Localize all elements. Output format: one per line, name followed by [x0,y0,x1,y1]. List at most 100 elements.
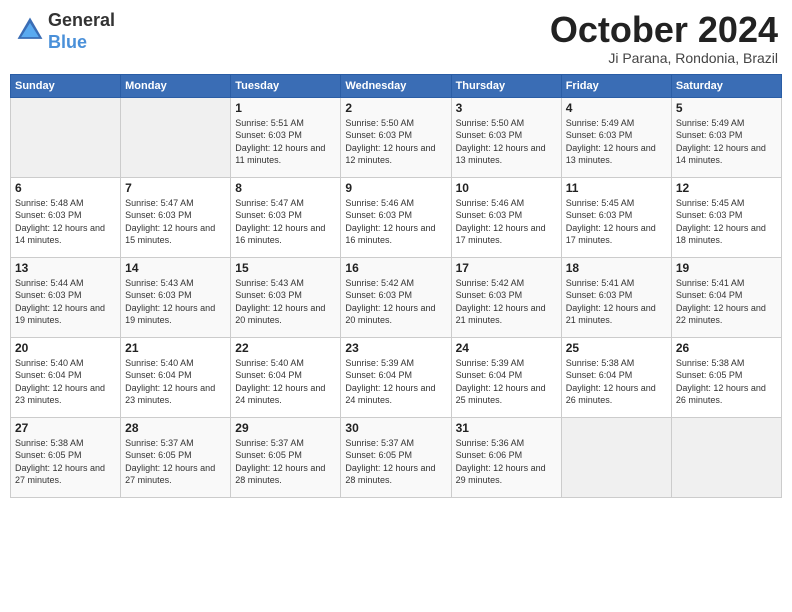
day-number: 19 [676,261,777,275]
day-number: 2 [345,101,446,115]
day-info: Sunrise: 5:40 AM Sunset: 6:04 PM Dayligh… [15,357,116,407]
weekday-header-saturday: Saturday [671,74,781,97]
calendar-cell: 10 Sunrise: 5:46 AM Sunset: 6:03 PM Dayli… [451,177,561,257]
day-info: Sunrise: 5:38 AM Sunset: 6:05 PM Dayligh… [15,437,116,487]
calendar-cell: 6 Sunrise: 5:48 AM Sunset: 6:03 PM Daylig… [11,177,121,257]
day-number: 13 [15,261,116,275]
day-number: 26 [676,341,777,355]
calendar-cell: 1 Sunrise: 5:51 AM Sunset: 6:03 PM Daylig… [231,97,341,177]
day-info: Sunrise: 5:42 AM Sunset: 6:03 PM Dayligh… [345,277,446,327]
day-info: Sunrise: 5:49 AM Sunset: 6:03 PM Dayligh… [676,117,777,167]
week-row-3: 13 Sunrise: 5:44 AM Sunset: 6:03 PM Dayli… [11,257,782,337]
calendar-cell: 29Sunrise: 5:37 AM Sunset: 6:05 PM Dayli… [231,417,341,497]
day-info: Sunrise: 5:46 AM Sunset: 6:03 PM Dayligh… [345,197,446,247]
calendar-cell: 9 Sunrise: 5:46 AM Sunset: 6:03 PM Daylig… [341,177,451,257]
page-header: General Blue October 2024 Ji Parana, Ron… [10,10,782,66]
day-info: Sunrise: 5:39 AM Sunset: 6:04 PM Dayligh… [345,357,446,407]
day-info: Sunrise: 5:47 AM Sunset: 6:03 PM Dayligh… [235,197,336,247]
logo: General Blue [14,10,115,53]
weekday-header-tuesday: Tuesday [231,74,341,97]
day-number: 1 [235,101,336,115]
day-info: Sunrise: 5:38 AM Sunset: 6:05 PM Dayligh… [676,357,777,407]
calendar-cell: 20 Sunrise: 5:40 AM Sunset: 6:04 PM Dayli… [11,337,121,417]
logo-text: General Blue [48,10,115,53]
day-number: 24 [456,341,557,355]
calendar-cell: 13 Sunrise: 5:44 AM Sunset: 6:03 PM Dayli… [11,257,121,337]
day-info: Sunrise: 5:42 AM Sunset: 6:03 PM Dayligh… [456,277,557,327]
day-number: 23 [345,341,446,355]
calendar-cell: 11 Sunrise: 5:45 AM Sunset: 6:03 PM Dayli… [561,177,671,257]
calendar-cell: 25Sunrise: 5:38 AM Sunset: 6:04 PM Dayli… [561,337,671,417]
day-info: Sunrise: 5:43 AM Sunset: 6:03 PM Dayligh… [235,277,336,327]
weekday-header-sunday: Sunday [11,74,121,97]
day-number: 17 [456,261,557,275]
week-row-5: 27 Sunrise: 5:38 AM Sunset: 6:05 PM Dayli… [11,417,782,497]
day-info: Sunrise: 5:41 AM Sunset: 6:03 PM Dayligh… [566,277,667,327]
week-row-1: 1 Sunrise: 5:51 AM Sunset: 6:03 PM Daylig… [11,97,782,177]
day-number: 11 [566,181,667,195]
month-title: October 2024 [550,10,778,50]
weekday-header-friday: Friday [561,74,671,97]
day-number: 8 [235,181,336,195]
calendar-cell: 28 Sunrise: 5:37 AM Sunset: 6:05 PM Dayli… [121,417,231,497]
calendar-cell: 16 Sunrise: 5:42 AM Sunset: 6:03 PM Dayli… [341,257,451,337]
day-info: Sunrise: 5:43 AM Sunset: 6:03 PM Dayligh… [125,277,226,327]
day-info: Sunrise: 5:36 AM Sunset: 6:06 PM Dayligh… [456,437,557,487]
week-row-4: 20 Sunrise: 5:40 AM Sunset: 6:04 PM Dayli… [11,337,782,417]
calendar-cell: 3Sunrise: 5:50 AM Sunset: 6:03 PM Daylig… [451,97,561,177]
day-info: Sunrise: 5:47 AM Sunset: 6:03 PM Dayligh… [125,197,226,247]
calendar-cell: 4 Sunrise: 5:49 AM Sunset: 6:03 PM Daylig… [561,97,671,177]
day-number: 10 [456,181,557,195]
calendar-cell: 17 Sunrise: 5:42 AM Sunset: 6:03 PM Dayli… [451,257,561,337]
weekday-header-row: SundayMondayTuesdayWednesdayThursdayFrid… [11,74,782,97]
calendar-cell: 30 Sunrise: 5:37 AM Sunset: 6:05 PM Dayli… [341,417,451,497]
day-info: Sunrise: 5:38 AM Sunset: 6:04 PM Dayligh… [566,357,667,407]
day-info: Sunrise: 5:37 AM Sunset: 6:05 PM Dayligh… [125,437,226,487]
calendar-cell: 12 Sunrise: 5:45 AM Sunset: 6:03 PM Dayli… [671,177,781,257]
day-info: Sunrise: 5:44 AM Sunset: 6:03 PM Dayligh… [15,277,116,327]
day-info: Sunrise: 5:37 AM Sunset: 6:05 PM Dayligh… [345,437,446,487]
week-row-2: 6 Sunrise: 5:48 AM Sunset: 6:03 PM Daylig… [11,177,782,257]
location: Ji Parana, Rondonia, Brazil [550,50,778,66]
calendar-cell: 7Sunrise: 5:47 AM Sunset: 6:03 PM Daylig… [121,177,231,257]
day-info: Sunrise: 5:46 AM Sunset: 6:03 PM Dayligh… [456,197,557,247]
day-info: Sunrise: 5:51 AM Sunset: 6:03 PM Dayligh… [235,117,336,167]
day-number: 31 [456,421,557,435]
day-info: Sunrise: 5:41 AM Sunset: 6:04 PM Dayligh… [676,277,777,327]
day-info: Sunrise: 5:50 AM Sunset: 6:03 PM Dayligh… [345,117,446,167]
day-number: 6 [15,181,116,195]
day-info: Sunrise: 5:48 AM Sunset: 6:03 PM Dayligh… [15,197,116,247]
weekday-header-monday: Monday [121,74,231,97]
day-number: 18 [566,261,667,275]
day-number: 4 [566,101,667,115]
logo-icon [14,14,46,46]
calendar-cell [121,97,231,177]
calendar-cell: 27 Sunrise: 5:38 AM Sunset: 6:05 PM Dayli… [11,417,121,497]
day-info: Sunrise: 5:45 AM Sunset: 6:03 PM Dayligh… [566,197,667,247]
day-info: Sunrise: 5:49 AM Sunset: 6:03 PM Dayligh… [566,117,667,167]
day-number: 14 [125,261,226,275]
day-number: 29 [235,421,336,435]
calendar-cell: 2 Sunrise: 5:50 AM Sunset: 6:03 PM Daylig… [341,97,451,177]
calendar-cell: 22Sunrise: 5:40 AM Sunset: 6:04 PM Dayli… [231,337,341,417]
calendar-cell: 24Sunrise: 5:39 AM Sunset: 6:04 PM Dayli… [451,337,561,417]
day-number: 12 [676,181,777,195]
day-number: 20 [15,341,116,355]
day-number: 16 [345,261,446,275]
day-number: 21 [125,341,226,355]
day-number: 9 [345,181,446,195]
calendar-table: SundayMondayTuesdayWednesdayThursdayFrid… [10,74,782,498]
day-number: 28 [125,421,226,435]
calendar-cell: 26 Sunrise: 5:38 AM Sunset: 6:05 PM Dayli… [671,337,781,417]
day-number: 27 [15,421,116,435]
day-number: 15 [235,261,336,275]
calendar-cell [11,97,121,177]
day-info: Sunrise: 5:40 AM Sunset: 6:04 PM Dayligh… [125,357,226,407]
day-number: 22 [235,341,336,355]
calendar-cell: 5Sunrise: 5:49 AM Sunset: 6:03 PM Daylig… [671,97,781,177]
day-info: Sunrise: 5:45 AM Sunset: 6:03 PM Dayligh… [676,197,777,247]
calendar-cell: 8 Sunrise: 5:47 AM Sunset: 6:03 PM Daylig… [231,177,341,257]
calendar-cell: 19 Sunrise: 5:41 AM Sunset: 6:04 PM Dayli… [671,257,781,337]
calendar-cell: 23 Sunrise: 5:39 AM Sunset: 6:04 PM Dayli… [341,337,451,417]
day-number: 30 [345,421,446,435]
